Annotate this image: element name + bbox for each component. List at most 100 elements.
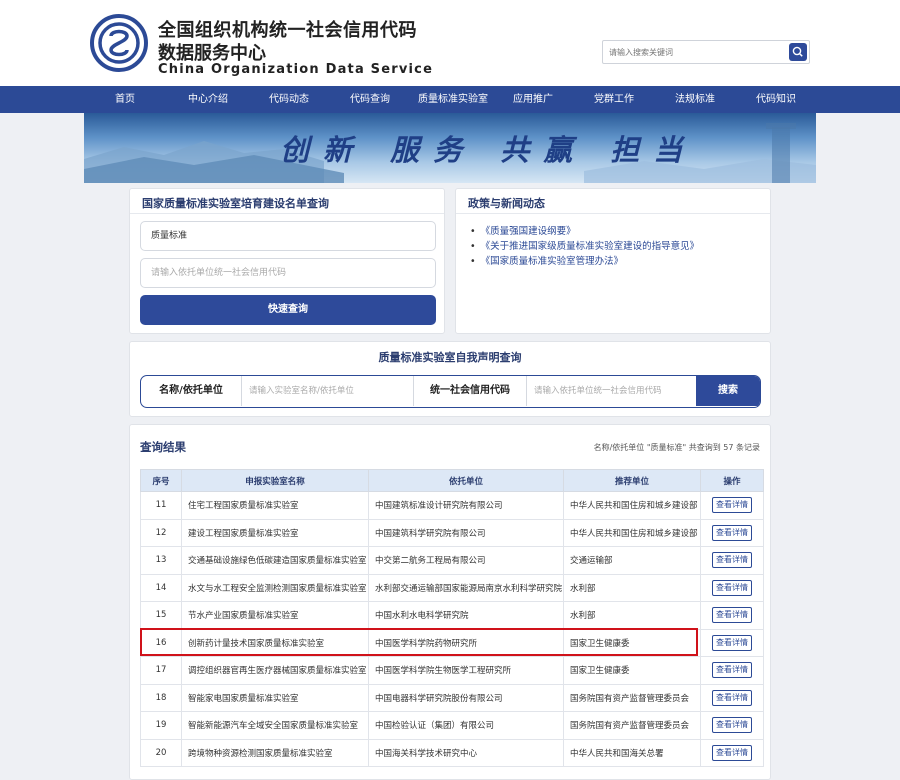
site-title-en: China Organization Data Service <box>158 62 434 77</box>
nav-about[interactable]: 中心介绍 <box>188 86 228 113</box>
action-cell: 查看详情 <box>700 738 764 767</box>
column-header: 推荐单位 <box>563 469 701 492</box>
nav-promotion[interactable]: 应用推广 <box>513 86 553 113</box>
recommender: 中华人民共和国住房和城乡建设部 <box>563 491 701 520</box>
banner-slogan: 创新 服务 共赢 担当 <box>280 133 697 167</box>
host-org: 中国医学科学院药物研究所 <box>368 628 564 657</box>
row-number: 16 <box>140 628 182 657</box>
view-detail-button[interactable]: 查看详情 <box>712 552 752 569</box>
news-link[interactable]: 《质量强国建设纲要》 <box>470 223 576 237</box>
action-cell: 查看详情 <box>700 683 764 712</box>
view-detail-button[interactable]: 查看详情 <box>712 497 752 514</box>
action-cell: 查看详情 <box>700 518 764 547</box>
divider <box>456 213 770 214</box>
view-detail-button[interactable]: 查看详情 <box>712 744 752 761</box>
recommender: 水利部 <box>563 573 701 602</box>
lab-query-panel: 国家质量标准实验室培育建设名单查询 质量标准 请输入依托单位统一社会信用代码 快… <box>129 188 445 334</box>
host-org: 中国海关科学技术研究中心 <box>368 738 564 767</box>
action-cell: 查看详情 <box>700 491 764 520</box>
nav-quality-lab[interactable]: 质量标准实验室 <box>418 86 488 113</box>
name-label: 名称/依托单位 <box>159 385 223 396</box>
host-org: 中国建筑科学研究院有限公司 <box>368 518 564 547</box>
site-header: 全国组织机构统一社会信用代码 数据服务中心 China Organization… <box>0 0 900 86</box>
table-row: 20 跨境物种资源检测国家质量标准实验室 中国海关科学技术研究中心 中华人民共和… <box>140 738 764 767</box>
hero-banner: 创新 服务 共赢 担当 <box>84 113 816 183</box>
lab-name: 智能新能源汽车全域安全国家质量标准实验室 <box>181 711 369 740</box>
action-cell: 查看详情 <box>700 628 764 657</box>
name-input[interactable]: 请输入实验室名称/依托单位 <box>249 376 409 406</box>
recommender: 国务院国有资产监督管理委员会 <box>563 683 701 712</box>
view-detail-button[interactable]: 查看详情 <box>712 579 752 596</box>
lab-name: 智能家电国家质量标准实验室 <box>181 683 369 712</box>
row-number: 13 <box>140 546 182 575</box>
site-search-button[interactable] <box>789 43 807 61</box>
nav-home[interactable]: 首页 <box>115 86 135 113</box>
host-org: 中国水利水电科学研究院 <box>368 601 564 630</box>
host-org: 中国电器科学研究院股份有限公司 <box>368 683 564 712</box>
table-header-row: 序号 申报实验室名称 依托单位 推荐单位 操作 <box>140 469 764 492</box>
nav-code-news[interactable]: 代码动态 <box>269 86 309 113</box>
table-row: 18 智能家电国家质量标准实验室 中国电器科学研究院股份有限公司 国务院国有资产… <box>140 683 764 712</box>
column-header: 依托单位 <box>368 469 564 492</box>
site-search <box>602 40 810 64</box>
quick-query-button[interactable]: 快速查询 <box>140 295 436 325</box>
self-declare-search-button[interactable]: 搜索 <box>696 376 760 406</box>
row-number: 12 <box>140 518 182 547</box>
view-detail-button[interactable]: 查看详情 <box>712 524 752 541</box>
nav-code-query[interactable]: 代码查询 <box>350 86 390 113</box>
column-header: 申报实验室名称 <box>181 469 369 492</box>
lab-code-field[interactable]: 请输入依托单位统一社会信用代码 <box>140 258 436 288</box>
table-row: 15 节水产业国家质量标准实验室 中国水利水电科学研究院 水利部 查看详情 <box>140 601 764 630</box>
action-cell: 查看详情 <box>700 546 764 575</box>
table-row: 17 调控组织器官再生医疗器械国家质量标准实验室 中国医学科学院生物医学工程研究… <box>140 656 764 685</box>
view-detail-button[interactable]: 查看详情 <box>712 662 752 679</box>
table-row: 12 建设工程国家质量标准实验室 中国建筑科学研究院有限公司 中华人民共和国住房… <box>140 518 764 547</box>
lab-name: 水文与水工程安全监测检测国家质量标准实验室 <box>181 573 369 602</box>
lab-name-field[interactable]: 质量标准 <box>140 221 436 251</box>
site-search-input[interactable] <box>603 41 783 63</box>
divider <box>241 376 242 406</box>
nav-knowledge[interactable]: 代码知识 <box>756 86 796 113</box>
news-link[interactable]: 《国家质量标准实验室管理办法》 <box>470 253 624 267</box>
lab-code-placeholder: 请输入依托单位统一社会信用代码 <box>151 268 287 278</box>
row-number: 15 <box>140 601 182 630</box>
column-header: 操作 <box>700 469 764 492</box>
row-number: 20 <box>140 738 182 767</box>
host-org: 中国医学科学院生物医学工程研究所 <box>368 656 564 685</box>
results-panel: 查询结果 名称/依托单位 "质量标准" 共查询到 57 条记录 序号 申报实验室… <box>129 424 771 780</box>
lab-name: 节水产业国家质量标准实验室 <box>181 601 369 630</box>
nav-party[interactable]: 党群工作 <box>594 86 634 113</box>
news-link[interactable]: 《关于推进国家级质量标准实验室建设的指导意见》 <box>470 238 700 252</box>
action-cell: 查看详情 <box>700 601 764 630</box>
divider <box>526 376 527 406</box>
code-input[interactable]: 请输入依托单位统一社会信用代码 <box>534 376 694 406</box>
lab-name: 住宅工程国家质量标准实验室 <box>181 491 369 520</box>
table-row: 14 水文与水工程安全监测检测国家质量标准实验室 水利部交通运输部国家能源局南京… <box>140 573 764 602</box>
recommender: 中华人民共和国海关总署 <box>563 738 701 767</box>
table-row: 11 住宅工程国家质量标准实验室 中国建筑标准设计研究院有限公司 中华人民共和国… <box>140 491 764 520</box>
lab-name: 调控组织器官再生医疗器械国家质量标准实验室 <box>181 656 369 685</box>
recommender: 国家卫生健康委 <box>563 656 701 685</box>
logo-icon[interactable] <box>90 14 148 72</box>
self-declare-panel: 质量标准实验室自我声明查询 名称/依托单位 请输入实验室名称/依托单位 统一社会… <box>129 341 771 417</box>
view-detail-button[interactable]: 查看详情 <box>712 634 752 651</box>
results-table: 序号 申报实验室名称 依托单位 推荐单位 操作 11 住宅工程国家质量标准实验室… <box>140 469 764 767</box>
recommender: 国家卫生健康委 <box>563 628 701 657</box>
news-title: 政策与新闻动态 <box>468 197 545 210</box>
table-row: 19 智能新能源汽车全域安全国家质量标准实验室 中国检验认证（集团）有限公司 国… <box>140 711 764 740</box>
results-title: 查询结果 <box>140 440 186 454</box>
table-row: 13 交通基础设施绿色低碳建造国家质量标准实验室 中交第二航务工程局有限公司 交… <box>140 546 764 575</box>
action-cell: 查看详情 <box>700 573 764 602</box>
divider <box>130 213 444 214</box>
row-number: 17 <box>140 656 182 685</box>
view-detail-button[interactable]: 查看详情 <box>712 717 752 734</box>
row-number: 19 <box>140 711 182 740</box>
view-detail-button[interactable]: 查看详情 <box>712 607 752 624</box>
code-label: 统一社会信用代码 <box>430 385 510 396</box>
view-detail-button[interactable]: 查看详情 <box>712 689 752 706</box>
action-cell: 查看详情 <box>700 656 764 685</box>
self-declare-title: 质量标准实验室自我声明查询 <box>378 351 522 364</box>
host-org: 中交第二航务工程局有限公司 <box>368 546 564 575</box>
host-org: 中国检验认证（集团）有限公司 <box>368 711 564 740</box>
nav-regulations[interactable]: 法规标准 <box>675 86 715 113</box>
